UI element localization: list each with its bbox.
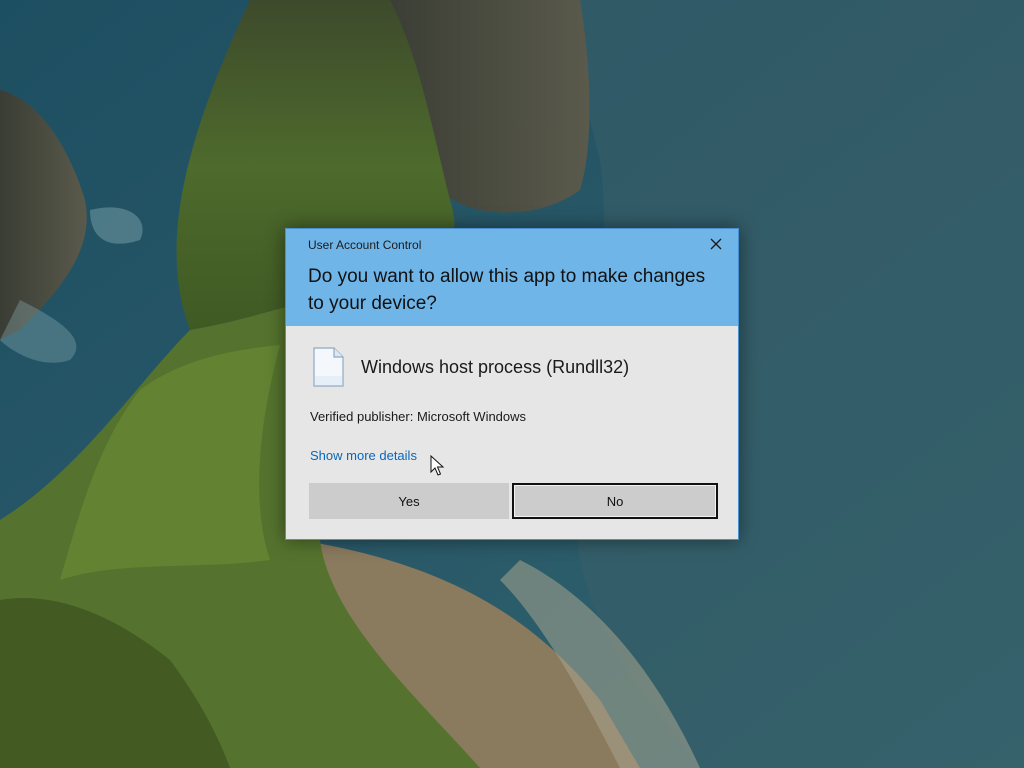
uac-dialog: User Account Control Do you want to allo…	[285, 228, 739, 540]
publisher-text: Verified publisher: Microsoft Windows	[310, 409, 527, 424]
dialog-question: Do you want to allow this app to make ch…	[308, 266, 706, 314]
app-row: Windows host process (Rundll32)	[310, 345, 629, 389]
yes-button[interactable]: Yes	[309, 483, 509, 519]
no-button[interactable]: No	[512, 483, 718, 519]
close-icon	[710, 238, 722, 250]
file-icon	[313, 347, 344, 387]
close-button[interactable]	[694, 229, 738, 259]
show-more-details-link[interactable]: Show more details	[310, 448, 417, 463]
desktop: User Account Control Do you want to allo…	[0, 0, 1024, 768]
dialog-title: User Account Control	[308, 238, 422, 252]
uac-header: User Account Control Do you want to allo…	[286, 229, 738, 326]
mouse-cursor-icon	[430, 455, 445, 476]
app-name: Windows host process (Rundll32)	[361, 356, 630, 377]
